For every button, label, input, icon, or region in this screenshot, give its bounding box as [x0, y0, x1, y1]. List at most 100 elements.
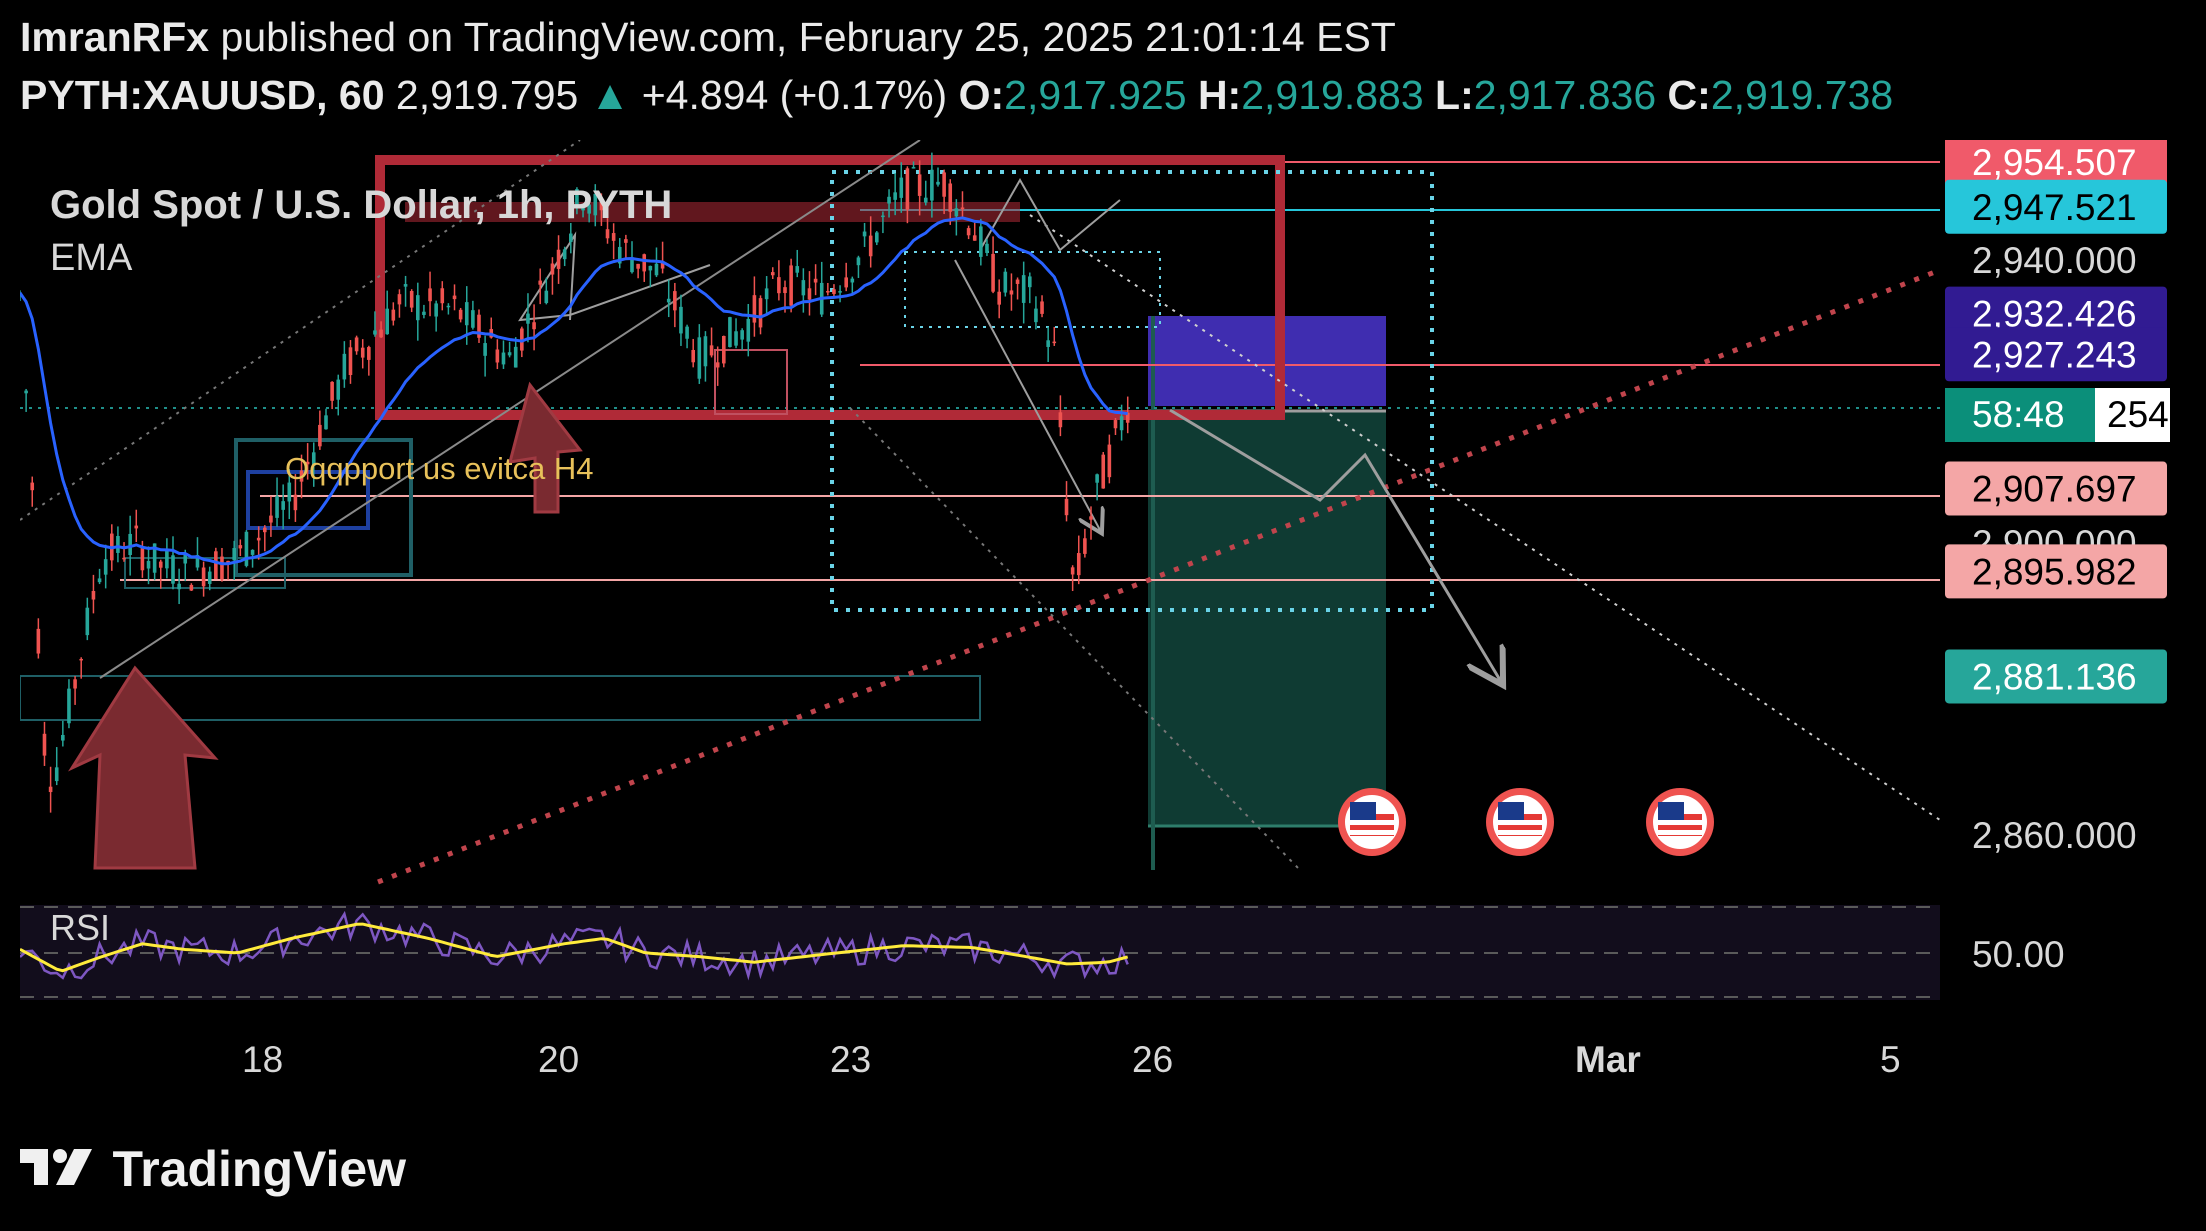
up-arrow-icon: ▲ — [589, 72, 631, 118]
candle-body — [318, 424, 322, 447]
candle-body — [997, 291, 1001, 305]
annotation-text[interactable]: Oqqpport us evitca H4 — [285, 451, 593, 486]
open-value: 2,917.925 — [1004, 72, 1187, 118]
candle-body — [850, 278, 855, 283]
price-change: +4.894 (+0.17%) — [641, 72, 948, 118]
candle-body — [232, 548, 236, 561]
us-flag-icon[interactable] — [1338, 788, 1406, 856]
candle-body — [979, 226, 983, 257]
candle-body — [1009, 290, 1014, 295]
price-tag: 2,947.521 — [1945, 179, 2167, 234]
candle-body — [244, 531, 249, 566]
candle-body — [452, 295, 457, 300]
candle-body — [360, 347, 365, 358]
tradingview-logo-icon[interactable] — [20, 1149, 100, 1189]
ema-legend[interactable]: EMA — [50, 237, 133, 279]
instrument-title: Gold Spot / U.S. Dollar, 1h, PYTH — [50, 183, 672, 227]
price-chart[interactable]: Gold Spot / U.S. Dollar, 1h, PYTH EMA Oq… — [20, 140, 2170, 1110]
candle-body — [330, 381, 334, 401]
candle-body — [893, 192, 897, 200]
take-profit-zone[interactable] — [1148, 411, 1386, 826]
price-tag-label: 2,881.136 — [1972, 656, 2137, 697]
candle-body — [513, 346, 518, 368]
candle-body — [526, 313, 530, 324]
candle-body — [532, 322, 536, 330]
price-tag-label: 2,954.507 — [1972, 142, 2137, 183]
candle-body — [538, 280, 542, 285]
candle-body — [1064, 498, 1069, 516]
stop-loss-zone[interactable] — [1148, 316, 1386, 406]
rsi-tick: 50.00 — [1972, 934, 2065, 975]
candle-body — [611, 233, 616, 241]
candle-body — [238, 545, 243, 549]
rsi-legend[interactable]: RSI — [50, 907, 110, 948]
candle-body — [881, 215, 885, 218]
candle-body — [740, 330, 744, 340]
candle-body — [134, 525, 139, 529]
chart-header: ImranRFx published on TradingView.com, F… — [0, 0, 2206, 140]
chart-area[interactable]: Gold Spot / U.S. Dollar, 1h, PYTH EMA Oq… — [20, 140, 2170, 1110]
candle-body — [648, 265, 653, 271]
candle-body — [1089, 516, 1093, 520]
candle-body — [397, 294, 402, 305]
candle-body — [666, 298, 671, 303]
candle-body — [42, 733, 47, 756]
candle-body — [728, 317, 732, 348]
time-axis[interactable]: 18 20 23 26 Mar 5 — [242, 1039, 1901, 1080]
candle-body — [1058, 412, 1063, 428]
candle-body — [324, 415, 328, 430]
candle-body — [807, 288, 812, 300]
candle-body — [281, 501, 285, 510]
candle-body — [379, 329, 383, 338]
up-arrow-small-icon[interactable] — [507, 381, 583, 514]
candle-body — [61, 734, 65, 741]
candle-body — [544, 290, 549, 304]
date-tick: 5 — [1880, 1039, 1901, 1080]
candle-body — [128, 533, 132, 556]
price-tick: 2,940.000 — [1972, 240, 2137, 281]
candle-body — [403, 284, 408, 287]
up-arrow-large-icon[interactable] — [68, 665, 219, 870]
close-label: C: — [1667, 72, 1711, 118]
candle-body — [1046, 340, 1050, 347]
open-label: O: — [958, 72, 1005, 118]
symbol-info: PYTH:XAUUSD, 60 2,919.795 ▲ +4.894 (+0.1… — [20, 72, 1893, 119]
candle-body — [654, 263, 659, 276]
candle-body — [48, 786, 53, 793]
date-tick: 26 — [1132, 1039, 1173, 1080]
candle-body — [911, 167, 916, 169]
candle-body — [636, 263, 640, 269]
candle-body — [434, 303, 438, 317]
candle-body — [1028, 276, 1032, 288]
candle-body — [673, 291, 677, 311]
brand-name[interactable]: TradingView — [112, 1141, 406, 1197]
candle-body — [899, 177, 904, 198]
candle-body — [942, 172, 946, 197]
candle-body — [103, 559, 108, 575]
candle-body — [385, 308, 389, 335]
us-flag-icon[interactable] — [1646, 788, 1714, 856]
candle-body — [752, 295, 757, 323]
us-flag-icon[interactable] — [1486, 788, 1554, 856]
candle-body — [91, 590, 96, 600]
candle-body — [1040, 301, 1044, 314]
candle-body — [624, 239, 628, 243]
candle-body — [140, 547, 145, 571]
author-name[interactable]: ImranRFx — [20, 14, 209, 60]
candle-body — [777, 277, 781, 294]
date-tick: Mar — [1575, 1039, 1641, 1080]
candle-body — [440, 288, 445, 304]
candle-body — [838, 291, 842, 293]
zigzag-drawing — [979, 177, 1121, 252]
candle-body — [220, 556, 224, 580]
candle-body — [709, 345, 714, 356]
candle-body — [171, 555, 175, 584]
date-tick: 20 — [538, 1039, 579, 1080]
supply-box-small — [714, 349, 788, 415]
date-tick: 18 — [242, 1039, 283, 1080]
candle-body — [789, 265, 793, 306]
candle-body — [367, 347, 371, 360]
candle-body — [556, 249, 561, 269]
candle-body — [960, 207, 965, 210]
candle-body — [1113, 420, 1118, 429]
